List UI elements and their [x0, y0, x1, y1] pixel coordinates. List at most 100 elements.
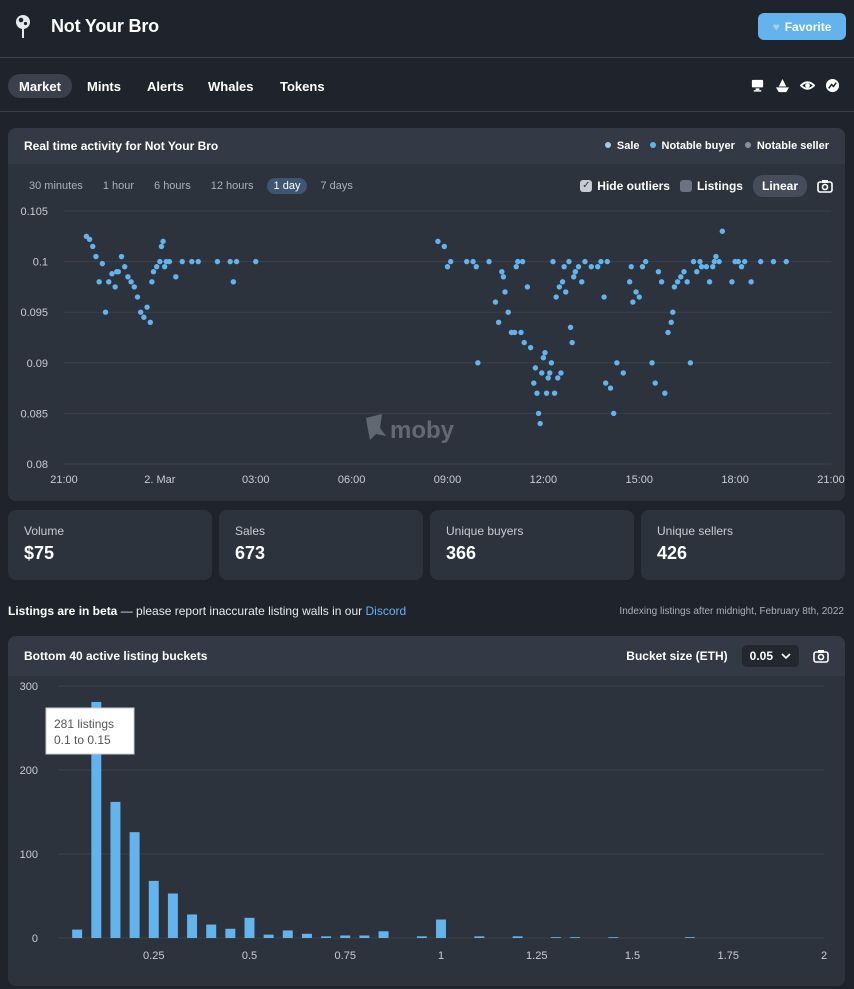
sale-point — [757, 258, 764, 265]
range-12-hours[interactable]: 12 hours — [204, 178, 261, 194]
range-1-day[interactable]: 1 day — [266, 178, 308, 194]
sale-point — [134, 294, 141, 300]
tooltip-box — [45, 707, 135, 755]
legend-notable-buyer[interactable]: Notable buyer — [649, 140, 735, 152]
sale-point — [163, 258, 169, 265]
sale-point — [649, 360, 655, 366]
x-tick-label: 09:00 — [434, 474, 462, 486]
scale-toggle-button[interactable]: Linear — [752, 175, 807, 197]
bucket-bar — [321, 936, 332, 938]
sale-point — [572, 269, 579, 275]
sale-point — [582, 258, 588, 265]
activity-title: Real time activity for Not Your Bro — [24, 139, 219, 153]
sale-point — [173, 274, 179, 280]
range-6-hours[interactable]: 6 hours — [147, 178, 198, 194]
sale-point — [713, 253, 719, 260]
sale-point — [579, 279, 585, 285]
sale-point — [125, 274, 131, 280]
sale-point — [492, 299, 499, 305]
sale-point — [719, 228, 726, 234]
ship-icon[interactable] — [775, 78, 790, 93]
y-tick-label: 0.085 — [20, 408, 48, 420]
sale-point — [770, 258, 777, 265]
sale-point — [112, 284, 118, 290]
sale-point — [463, 258, 470, 265]
checkbox-unchecked-icon — [679, 180, 692, 192]
bucket-bar — [474, 936, 485, 938]
sale-point — [602, 380, 609, 386]
sale-point — [742, 258, 748, 265]
eye-icon[interactable] — [800, 78, 815, 93]
hide-outliers-toggle[interactable]: ✓ Hide outliers — [580, 179, 670, 193]
range-30-minutes[interactable]: 30 minutes — [22, 178, 90, 194]
y-tick-label: 100 — [20, 849, 38, 861]
bucket-bar — [167, 893, 178, 938]
sale-point — [435, 238, 441, 245]
x-tick-label: 1.25 — [526, 950, 547, 962]
legend-sale[interactable]: Sale — [604, 140, 640, 152]
x-tick-label: 1.75 — [718, 950, 739, 962]
sale-point — [567, 324, 574, 331]
tab-alerts[interactable]: Alerts — [136, 74, 195, 98]
sale-point — [214, 258, 221, 265]
sale-point — [738, 263, 745, 270]
tab-mints[interactable]: Mints — [76, 74, 132, 98]
sale-point — [531, 380, 537, 386]
favorite-button[interactable]: ♥ Favorite — [758, 13, 846, 40]
top-bar: Not Your Bro ♥ Favorite — [0, 0, 854, 58]
legend-notable-seller[interactable]: Notable seller — [744, 140, 829, 152]
discord-link[interactable]: Discord — [365, 604, 406, 618]
stat-label: Unique sellers — [657, 524, 734, 538]
desktop-icon[interactable] — [750, 78, 765, 93]
y-tick-label: 0.095 — [20, 307, 48, 319]
sale-point — [553, 294, 559, 300]
sale-point — [542, 349, 548, 356]
sale-point — [543, 390, 550, 396]
sale-point — [115, 269, 122, 275]
sale-point — [690, 258, 697, 265]
sale-point — [153, 263, 160, 270]
bucket-bar — [359, 935, 370, 938]
tab-tokens[interactable]: Tokens — [269, 74, 336, 98]
bucket-bar — [263, 934, 274, 938]
sale-point — [158, 243, 165, 250]
stat-volume: Volume $75 — [8, 510, 212, 580]
bucket-bar — [187, 914, 198, 938]
sale-point — [128, 279, 134, 285]
bucket-bar — [148, 880, 159, 938]
tab-whales[interactable]: Whales — [197, 74, 265, 98]
camera-icon[interactable] — [817, 179, 833, 193]
x-tick-label: 06:00 — [338, 474, 366, 486]
range-1-hour[interactable]: 1 hour — [96, 178, 141, 194]
sale-point — [630, 299, 636, 305]
sale-point — [555, 375, 561, 381]
beta-notice-text: — please report inaccurate listing walls… — [117, 604, 366, 618]
tab-market[interactable]: Market — [8, 74, 72, 98]
sale-point — [687, 360, 694, 366]
y-tick-label: 0 — [32, 933, 38, 945]
y-tick-label: 200 — [20, 765, 38, 777]
y-tick-label: 0.08 — [27, 459, 48, 471]
bucket-bar — [378, 931, 389, 938]
sale-point — [499, 269, 505, 275]
sale-point — [706, 279, 713, 285]
sale-point — [551, 390, 558, 396]
listings-toggle[interactable]: Listings — [679, 179, 743, 193]
sale-point — [535, 410, 542, 417]
sale-point — [671, 284, 678, 290]
bucket-bar — [244, 917, 255, 938]
chart-icon[interactable] — [825, 78, 840, 93]
y-tick-label: 0.105 — [20, 206, 48, 218]
x-tick-label: 1 — [438, 950, 444, 962]
x-tick-label: 0.5 — [242, 950, 257, 962]
sale-point — [548, 360, 555, 366]
sale-point — [195, 258, 201, 265]
sale-point — [684, 279, 690, 285]
stat-value: 366 — [446, 543, 477, 563]
activity-card-header: Real time activity for Not Your Bro Sale… — [8, 128, 845, 164]
sale-point — [556, 284, 563, 290]
sale-point — [547, 370, 553, 376]
range-7-days[interactable]: 7 days — [313, 178, 359, 194]
sale-point — [694, 269, 700, 275]
sale-point — [109, 271, 115, 277]
